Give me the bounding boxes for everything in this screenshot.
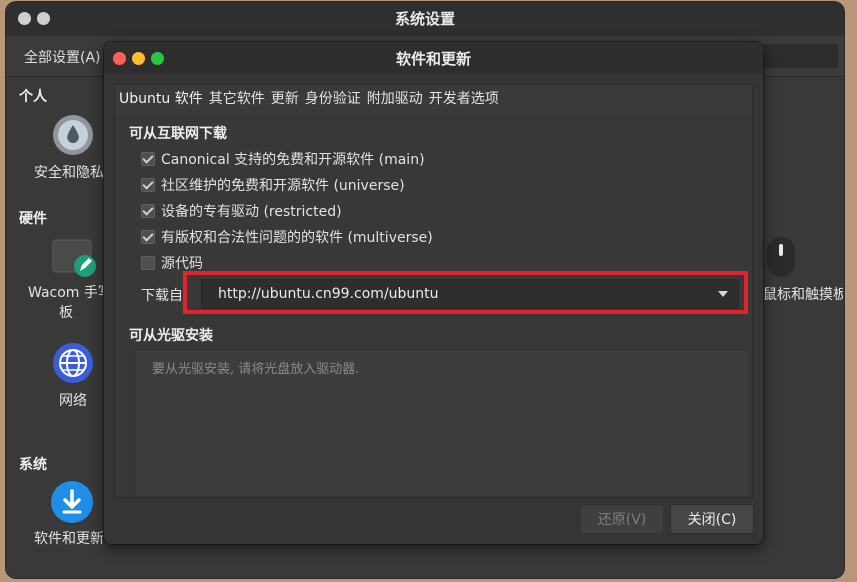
software-updates-icon[interactable] [50, 480, 94, 524]
all-settings-button[interactable]: 全部设置(A) [24, 47, 101, 67]
software-updates-dialog: 软件和更新 可从互联网下载 Canonical 支持的免费和开源软件 (main… [104, 42, 763, 544]
wacom-label-line1: Wacom 手写 [28, 285, 112, 301]
checkbox-restricted[interactable]: 设备的专有驱动 (restricted) [141, 201, 342, 221]
cdrom-section-title: 可从光驱安装 [129, 328, 213, 344]
mouse-touchpad-label[interactable]: 鼠标和触摸板 [763, 284, 843, 304]
checkbox-multiverse[interactable]: 有版权和合法性问题的的软件 (multiverse) [141, 227, 433, 247]
tab-authentication[interactable]: 身份验证 [305, 88, 361, 108]
checkbox-multiverse-box[interactable] [141, 230, 155, 244]
tab-other-software[interactable]: 其它软件 [209, 88, 265, 108]
checkbox-restricted-label: 设备的专有驱动 (restricted) [161, 204, 342, 220]
section-system: 系统 [19, 457, 47, 473]
tab-additional-drivers[interactable]: 附加驱动 [367, 88, 423, 108]
dialog-title: 软件和更新 [395, 50, 471, 68]
download-from-label: 下载自: [141, 288, 188, 304]
checkbox-main-label: Canonical 支持的免费和开源软件 (main) [161, 152, 425, 168]
cdrom-hint: 要从光驱安装, 请将光盘放入驱动器. [152, 362, 360, 377]
software-updates-label[interactable]: 软件和更新 [34, 528, 114, 548]
tab-updates[interactable]: 更新 [271, 88, 299, 108]
settings-titlebar: 系统设置 [6, 2, 844, 36]
wacom-label-line2: 板 [59, 305, 73, 321]
ubuntu-software-page: 可从互联网下载 Canonical 支持的免费和开源软件 (main) 社区维护… [115, 115, 752, 497]
checkbox-source-code-label: 源代码 [161, 256, 203, 272]
checkbox-main-box[interactable] [141, 152, 155, 166]
tab-panel: 可从互联网下载 Canonical 支持的免费和开源软件 (main) 社区维护… [114, 84, 753, 498]
download-server-value: http://ubuntu.cn99.com/ubuntu [218, 286, 439, 302]
checkbox-restricted-box[interactable] [141, 204, 155, 218]
security-privacy-label[interactable]: 安全和隐私 [34, 162, 114, 182]
checkbox-main[interactable]: Canonical 支持的免费和开源软件 (main) [141, 149, 425, 169]
section-personal: 个人 [19, 89, 47, 105]
revert-button[interactable]: 还原(V) [580, 504, 664, 534]
wacom-tablet-icon[interactable] [52, 238, 98, 280]
mouse-icon[interactable] [766, 236, 796, 278]
cdrom-list[interactable]: 要从光驱安装, 请将光盘放入驱动器. [135, 349, 749, 497]
security-privacy-icon[interactable] [52, 114, 94, 156]
internet-section-title: 可从互联网下载 [129, 126, 227, 142]
dialog-titlebar: 软件和更新 [104, 42, 763, 74]
settings-title: 系统设置 [394, 10, 455, 28]
search-field[interactable] [762, 44, 838, 68]
tab-developer-options[interactable]: 开发者选项 [429, 88, 499, 108]
tab-bar: Ubuntu 软件 其它软件 更新 身份验证 附加驱动 开发者选项 [119, 88, 499, 108]
checkbox-multiverse-label: 有版权和合法性问题的的软件 (multiverse) [161, 230, 433, 246]
desktop-background: 系统设置 全部设置(A) 个人 安全和隐私 硬件 Wacom 手写 板 网络 鼠… [0, 0, 857, 582]
checkbox-universe-box[interactable] [141, 178, 155, 192]
checkbox-universe-label: 社区维护的免费和开源软件 (universe) [161, 178, 405, 194]
tab-ubuntu-software[interactable]: Ubuntu 软件 [119, 88, 203, 108]
section-hardware: 硬件 [19, 211, 47, 227]
checkbox-source-code[interactable]: 源代码 [141, 253, 203, 273]
chevron-down-icon[interactable] [718, 291, 728, 297]
checkbox-source-code-box[interactable] [141, 256, 155, 270]
close-button[interactable]: 关闭(C) [670, 504, 754, 534]
network-label[interactable]: 网络 [52, 390, 94, 410]
checkbox-universe[interactable]: 社区维护的免费和开源软件 (universe) [141, 175, 405, 195]
network-icon[interactable] [52, 342, 94, 384]
download-server-select[interactable]: http://ubuntu.cn99.com/ubuntu [201, 279, 739, 309]
